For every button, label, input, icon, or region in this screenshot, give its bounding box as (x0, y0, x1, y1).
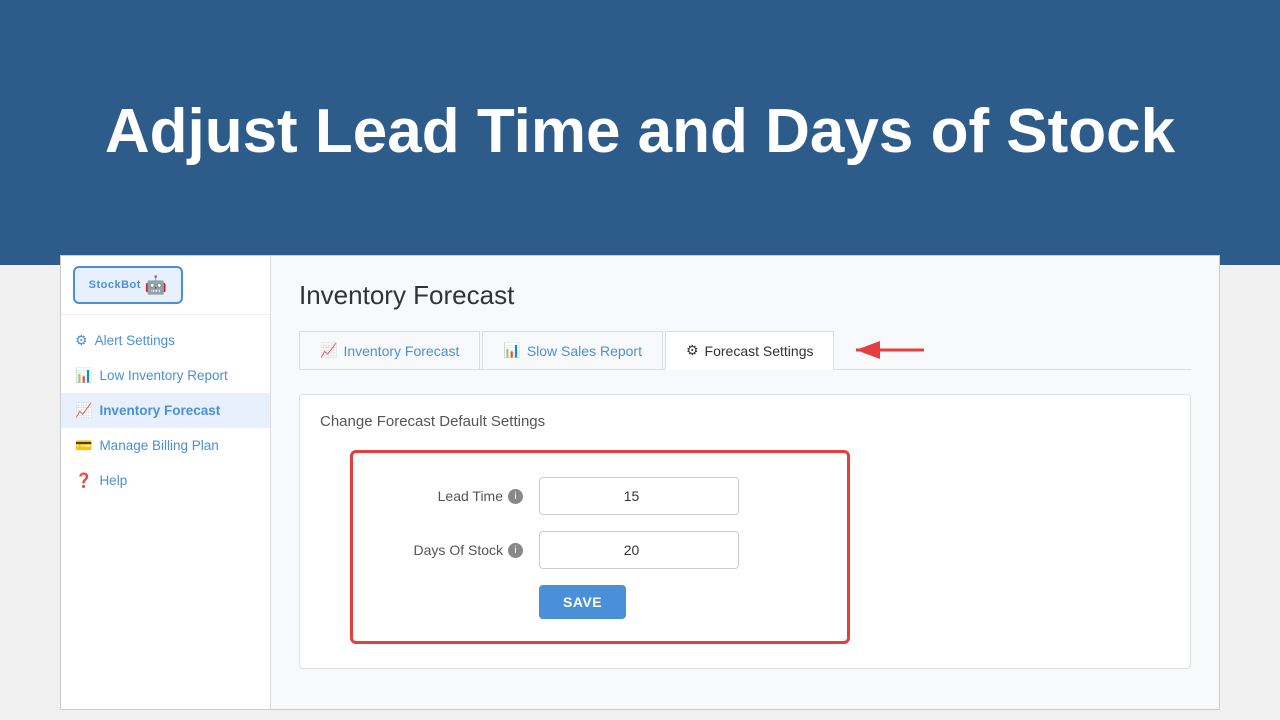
sidebar-item-low-inventory[interactable]: 📊 Low Inventory Report (61, 358, 270, 393)
billing-icon: 💳 (75, 437, 92, 454)
logo-text: StockBot (89, 279, 141, 291)
arrow-svg (844, 336, 934, 364)
lead-time-input[interactable] (539, 477, 739, 515)
sidebar-label-low-inventory: Low Inventory Report (99, 368, 227, 383)
days-of-stock-row: Days Of Stock i (383, 531, 817, 569)
line-chart-icon: 📈 (75, 402, 92, 419)
sidebar-label-help: Help (99, 473, 127, 488)
tab-forecast-settings-label: Forecast Settings (705, 343, 814, 359)
sidebar-item-manage-billing[interactable]: 💳 Manage Billing Plan (61, 428, 270, 463)
panel-title: Change Forecast Default Settings (320, 413, 1170, 430)
tab-inventory-forecast-label: Inventory Forecast (343, 343, 459, 359)
tab-slow-sales[interactable]: 📊 Slow Sales Report (482, 331, 663, 369)
days-of-stock-label: Days Of Stock i (383, 542, 523, 558)
lead-time-row: Lead Time i (383, 477, 817, 515)
tab-inventory-forecast-icon: 📈 (320, 342, 337, 359)
sidebar-item-alert-settings[interactable]: ⚙ Alert Settings (61, 323, 270, 358)
sidebar-label-inventory-forecast: Inventory Forecast (99, 403, 220, 418)
sidebar-item-help[interactable]: ❓ Help (61, 463, 270, 498)
settings-panel: Change Forecast Default Settings Lead Ti… (299, 394, 1191, 669)
sidebar-nav: ⚙ Alert Settings 📊 Low Inventory Report … (61, 315, 270, 506)
sidebar: StockBot 🤖 ⚙ Alert Settings 📊 Low Invent… (61, 256, 271, 709)
hero-banner: Adjust Lead Time and Days of Stock (0, 0, 1280, 265)
form-highlight-box: Lead Time i Days Of Stock i SAVE (350, 450, 850, 644)
gear-icon: ⚙ (75, 332, 88, 349)
save-button-container: SAVE (383, 585, 817, 619)
sidebar-logo: StockBot 🤖 (61, 256, 270, 315)
main-content: Inventory Forecast 📈 Inventory Forecast … (271, 256, 1219, 709)
sidebar-label-manage-billing: Manage Billing Plan (99, 438, 218, 453)
tab-forecast-settings-icon: ⚙ (686, 342, 699, 359)
sidebar-label-alert-settings: Alert Settings (95, 333, 175, 348)
help-icon: ❓ (75, 472, 92, 489)
lead-time-label: Lead Time i (383, 488, 523, 504)
days-of-stock-info-icon[interactable]: i (508, 543, 523, 558)
bar-chart-icon: 📊 (75, 367, 92, 384)
sidebar-item-inventory-forecast[interactable]: 📈 Inventory Forecast (61, 393, 270, 428)
arrow-indicator (844, 336, 934, 364)
tab-inventory-forecast[interactable]: 📈 Inventory Forecast (299, 331, 480, 369)
tab-slow-sales-icon: 📊 (503, 342, 520, 359)
tab-forecast-settings[interactable]: ⚙ Forecast Settings (665, 331, 835, 370)
save-button[interactable]: SAVE (539, 585, 626, 619)
logo-icon: 🤖 (145, 275, 167, 296)
tabs-container: 📈 Inventory Forecast 📊 Slow Sales Report… (299, 331, 1191, 370)
page-title: Inventory Forecast (299, 280, 1191, 311)
logo-box[interactable]: StockBot 🤖 (73, 266, 183, 304)
app-container: StockBot 🤖 ⚙ Alert Settings 📊 Low Invent… (60, 255, 1220, 710)
tab-slow-sales-label: Slow Sales Report (527, 343, 642, 359)
lead-time-info-icon[interactable]: i (508, 489, 523, 504)
days-of-stock-input[interactable] (539, 531, 739, 569)
hero-title: Adjust Lead Time and Days of Stock (105, 95, 1175, 169)
